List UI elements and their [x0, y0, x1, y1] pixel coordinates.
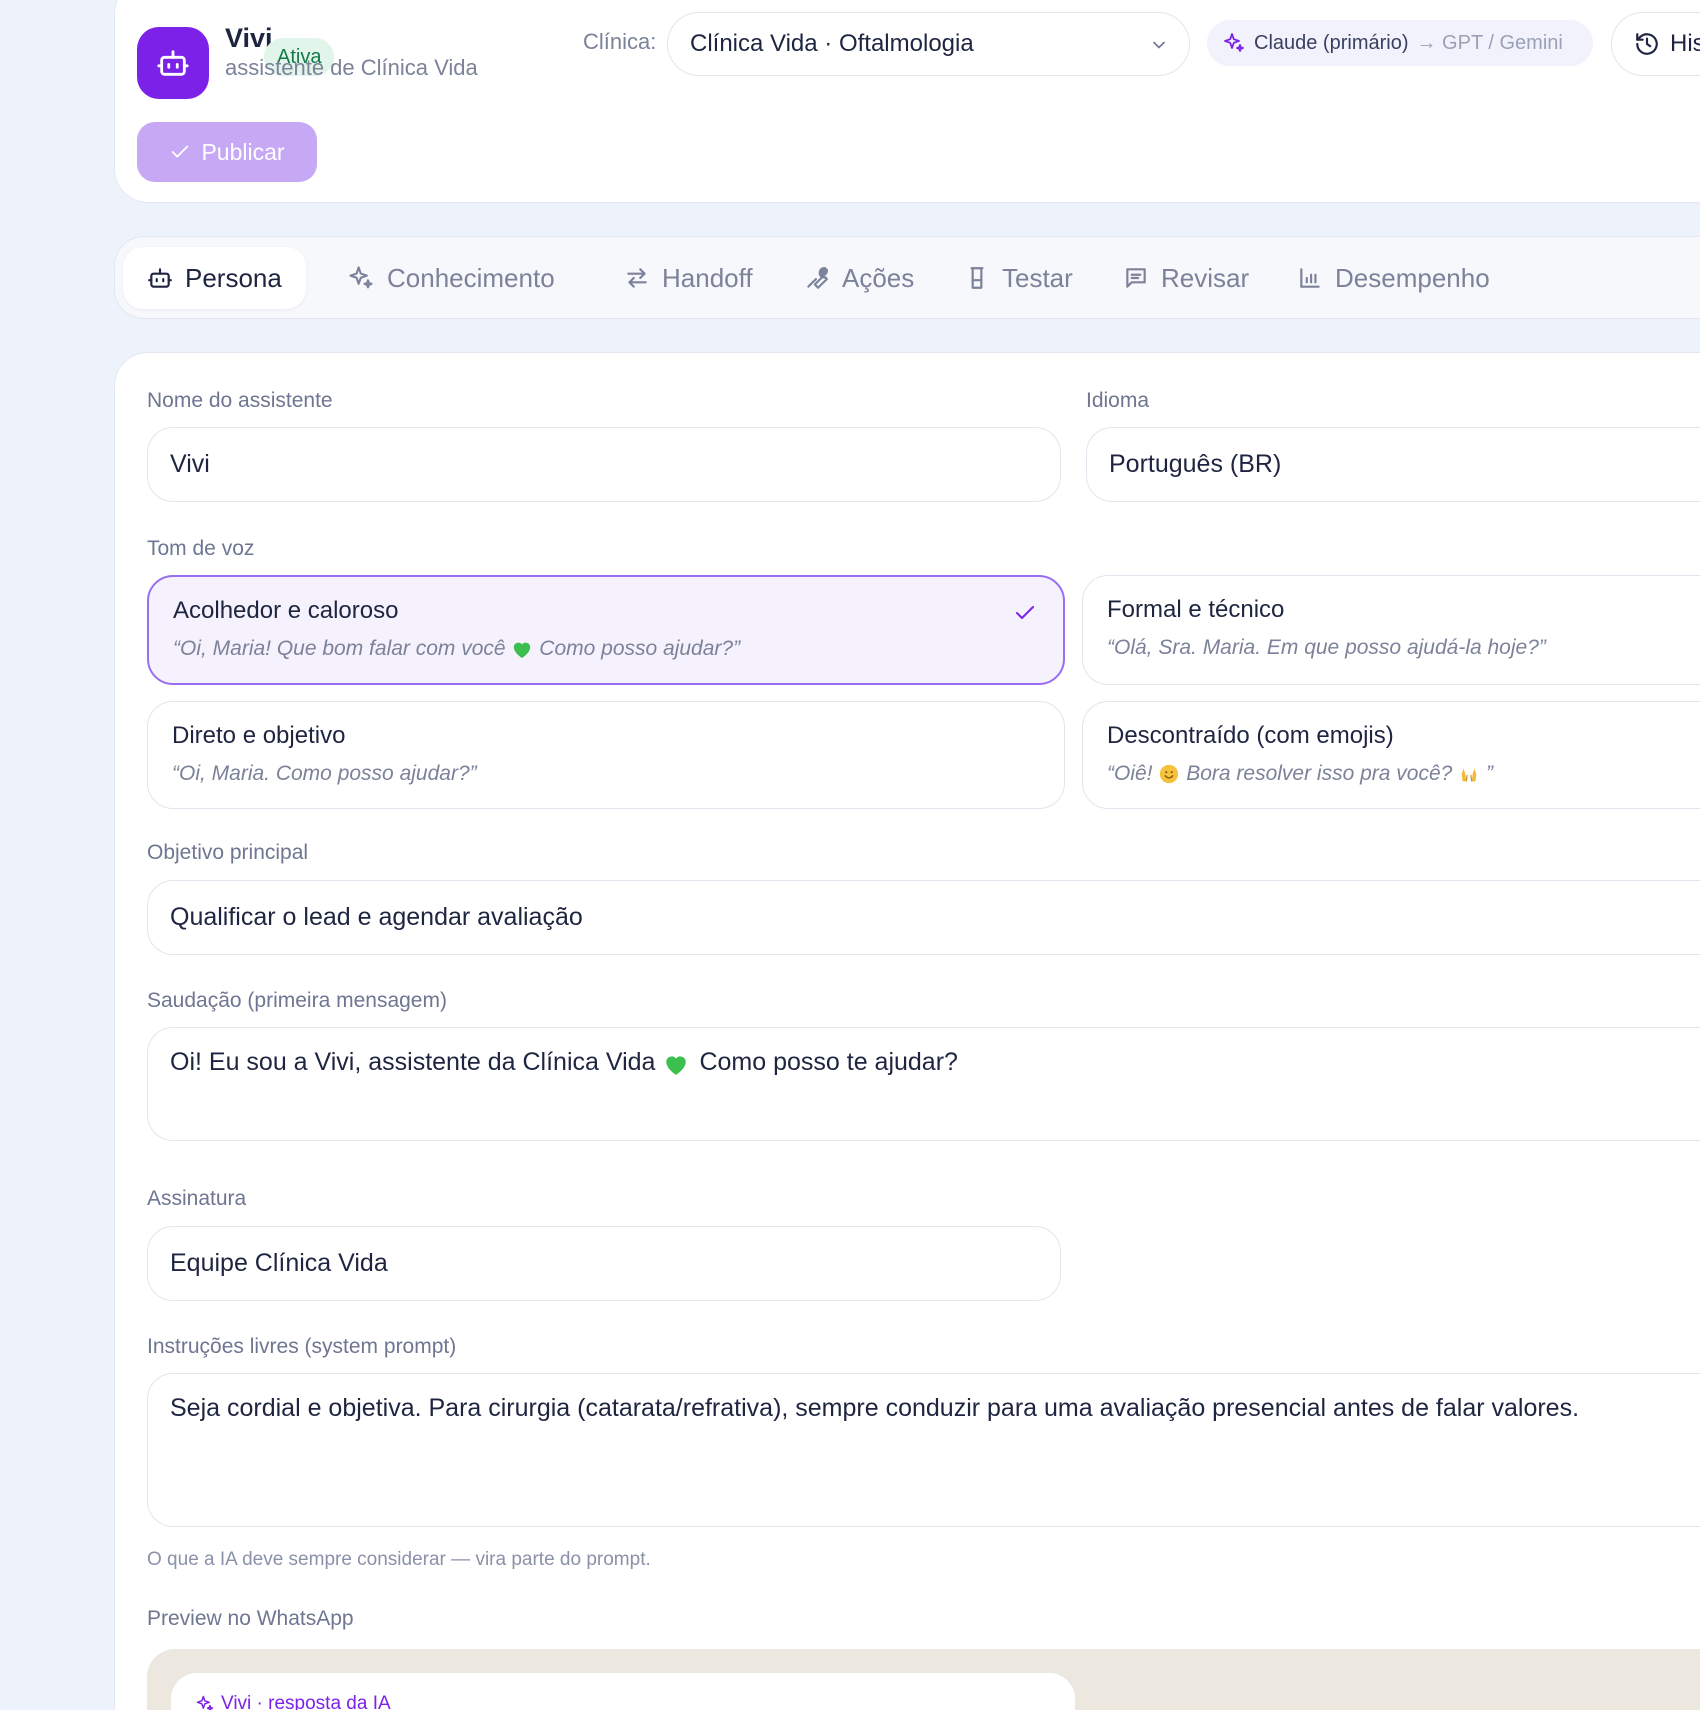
tab-label: Testar [1002, 262, 1073, 293]
tab-testar[interactable]: Testar [940, 247, 1097, 309]
greeting-text: Como posso te ajudar? [699, 1048, 958, 1076]
tone-example-text: “Oi, Maria! Que bom falar com você [173, 637, 506, 660]
goal-label: Objetivo principal [147, 841, 309, 864]
language-select[interactable]: Português (BR) [1086, 427, 1700, 502]
tab-bar: Persona Conhecimento Handoff Ações Testa… [114, 236, 1700, 319]
preview-label: Preview no WhatsApp [147, 1607, 354, 1630]
tone-title: Descontraído (com emojis) [1107, 722, 1394, 749]
signature-label: Assinatura [147, 1187, 247, 1210]
tab-persona[interactable]: Persona [123, 247, 306, 309]
check-icon [172, 145, 189, 158]
clinic-label: Clínica: [583, 29, 657, 54]
wrench-icon [807, 267, 828, 289]
tone-title: Direto e objetivo [172, 722, 346, 749]
tone-example: “Oi, Maria. Como posso ajudar?” [172, 762, 477, 785]
tab-label: Desempenho [1335, 262, 1490, 293]
greeting-label: Saudação (primeira mensagem) [147, 989, 447, 1012]
tone-example-text: Como posso ajudar?” [539, 637, 741, 660]
tab-label: Revisar [1161, 262, 1250, 293]
instructions-textarea[interactable]: Seja cordial e objetiva. Para cirurgia (… [147, 1373, 1700, 1527]
tab-label: Handoff [662, 262, 753, 293]
signature-input[interactable]: Equipe Clínica Vida [147, 1226, 1061, 1301]
tab-conhecimento[interactable]: Conhecimento [323, 247, 579, 309]
tone-title: Acolhedor e caloroso [173, 597, 399, 624]
message-bubble: Vivi · resposta da IA [171, 1673, 1075, 1710]
greeting-text: Oi! Eu sou a Vivi, assistente da Clínica… [170, 1048, 656, 1076]
green-heart-icon [666, 1056, 687, 1075]
instructions-text: Seja cordial e objetiva. Para cirurgia (… [170, 1394, 1580, 1422]
tone-example-text: “Oiê! [1107, 762, 1153, 785]
tone-title: Formal e técnico [1107, 596, 1285, 623]
green-heart-icon [514, 643, 531, 659]
sparkles-icon [349, 266, 373, 289]
history-icon [1636, 33, 1658, 55]
language-select-value: Português (BR) [1109, 450, 1282, 478]
bot-avatar [137, 27, 209, 99]
tab-label: Ações [842, 262, 915, 293]
tone-option-direto[interactable]: Direto e objetivo “Oi, Maria. Como posso… [147, 701, 1065, 809]
bot-icon [148, 268, 172, 288]
clinic-select[interactable]: Clínica Vida · Oftalmologia [667, 12, 1190, 76]
swap-arrows-icon [627, 268, 647, 288]
instructions-label: Instruções livres (system prompt) [147, 1335, 457, 1358]
persona-form-card: Nome do assistente Vivi Idioma Português… [114, 352, 1700, 1710]
model-chip[interactable]: Claude (primário) → GPT / Gemini [1207, 20, 1593, 66]
language-label: Idioma [1086, 389, 1150, 412]
tone-option-acolhedor[interactable]: Acolhedor e caloroso “Oi, Maria! Que bom… [147, 575, 1065, 685]
clinic-select-value: Clínica Vida · Oftalmologia [690, 30, 974, 57]
greeting-textarea[interactable]: Oi! Eu sou a Vivi, assistente da Clínica… [147, 1027, 1700, 1141]
publish-label: Publicar [201, 138, 285, 165]
bar-chart-icon [1300, 268, 1320, 288]
message-icon [1126, 268, 1146, 288]
tone-example-text: Bora resolver isso pra você? [1186, 762, 1453, 785]
model-primary: Claude (primário) [1254, 31, 1409, 54]
signature-input-value: Equipe Clínica Vida [170, 1249, 388, 1277]
smile-emoji-icon [1160, 765, 1179, 784]
name-label: Nome do assistente [147, 389, 333, 412]
tab-acoes[interactable]: Ações [780, 247, 938, 309]
tab-handoff[interactable]: Handoff [600, 247, 777, 309]
history-label: His [1670, 30, 1700, 57]
bot-icon [157, 50, 189, 76]
tab-revisar[interactable]: Revisar [1099, 247, 1273, 309]
tab-label: Conhecimento [387, 262, 555, 293]
tone-example: “Olá, Sra. Maria. Em que posso ajudá-la … [1107, 636, 1546, 659]
goal-input-value: Qualificar o lead e agendar avaliação [170, 903, 583, 931]
name-input-value: Vivi [170, 450, 210, 478]
model-fallback: → GPT / Gemini [1416, 31, 1563, 54]
instructions-hint: O que a IA deve sempre considerar — vira… [147, 1549, 651, 1570]
check-icon [1016, 606, 1034, 619]
goal-input[interactable]: Qualificar o lead e agendar avaliação [147, 880, 1700, 955]
header-card: Vivi Ativa assistente de Clínica Vida Cl… [114, 0, 1700, 203]
tab-desempenho[interactable]: Desempenho [1273, 247, 1514, 309]
flask-icon [970, 267, 984, 289]
sparkles-icon [196, 1695, 214, 1710]
bubble-header-text: Vivi · resposta da IA [221, 1693, 391, 1710]
history-button[interactable]: His [1611, 12, 1700, 76]
bubble-header: Vivi · resposta da IA [195, 1693, 391, 1710]
publish-button[interactable]: Publicar [137, 122, 317, 182]
tab-label: Persona [185, 262, 282, 293]
tone-example-text: ” [1486, 762, 1494, 785]
raised-hands-icon [1461, 768, 1477, 782]
tone-option-formal[interactable]: Formal e técnico “Olá, Sra. Maria. Em qu… [1082, 575, 1700, 685]
tone-option-descontraido[interactable]: Descontraído (com emojis) “Oiê! Bora res… [1082, 701, 1700, 809]
bot-subtitle: assistente de Clínica Vida [225, 55, 478, 80]
name-input[interactable]: Vivi [147, 427, 1061, 502]
whatsapp-preview: Vivi · resposta da IA [147, 1649, 1700, 1710]
tone-example: “Oi, Maria! Que bom falar com você Como … [173, 637, 740, 661]
tone-label: Tom de voz [147, 537, 255, 560]
chevron-down-icon [1153, 41, 1165, 49]
sparkles-icon [1224, 33, 1244, 52]
tone-example: “Oiê! Bora resolver isso pra você? ” [1107, 762, 1493, 786]
